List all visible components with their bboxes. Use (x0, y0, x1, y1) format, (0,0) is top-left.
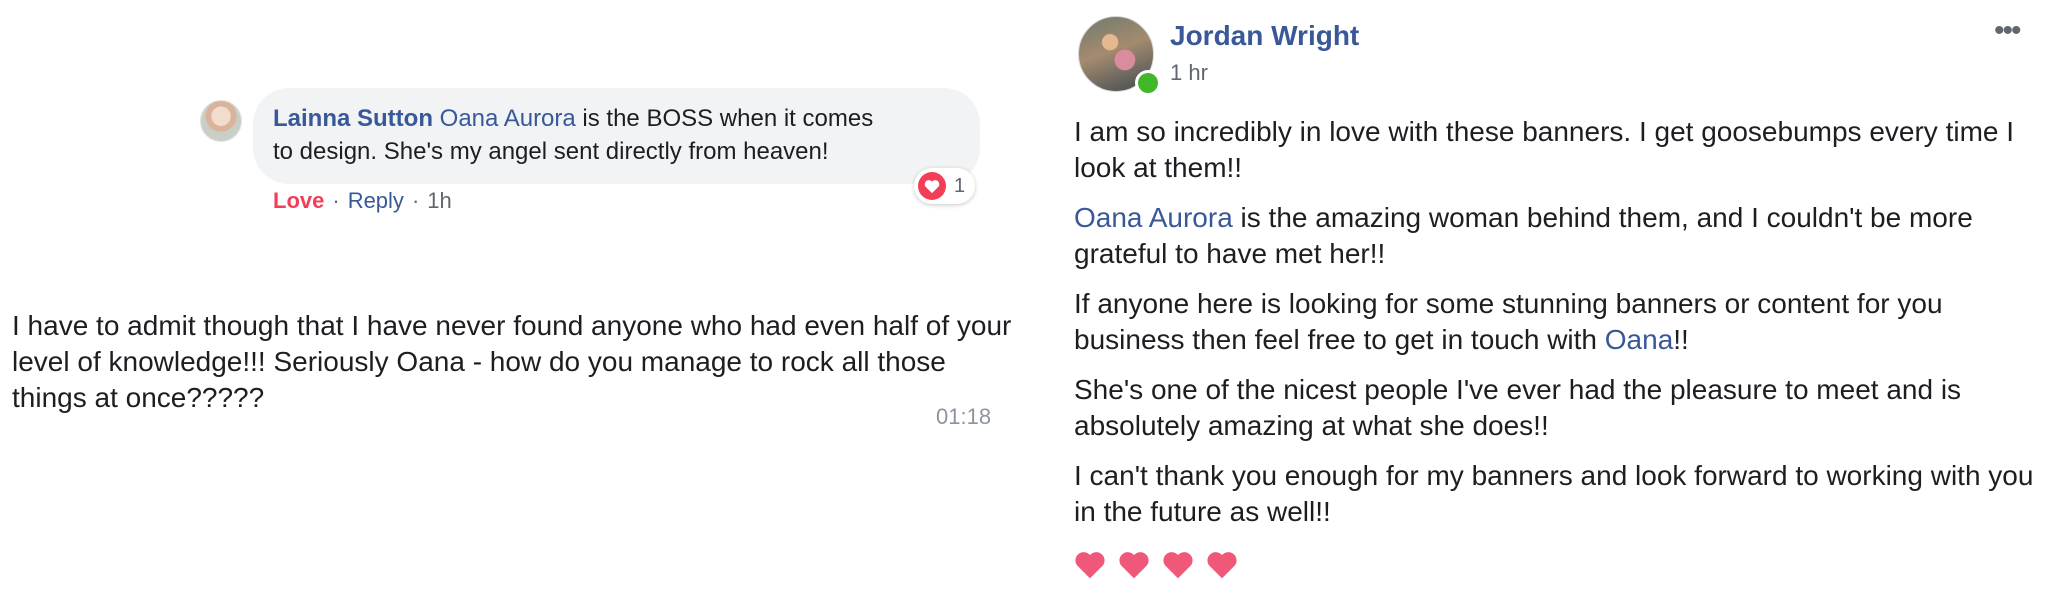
message-timestamp: 01:18 (936, 404, 992, 429)
post-paragraph-4: She's one of the nicest people I've ever… (1074, 374, 1962, 441)
love-action-link[interactable]: Love (273, 188, 324, 213)
heart-icon (1207, 552, 1237, 579)
heart-icon (1163, 552, 1193, 579)
mention-oana-aurora[interactable]: Oana Aurora (1074, 202, 1233, 233)
heart-emoji-row (1074, 550, 1238, 580)
post-paragraph-3-end: !! (1673, 324, 1689, 355)
chat-message-text: I have to admit though that I have never… (12, 310, 1012, 413)
heart-icon (1075, 552, 1105, 579)
post-time[interactable]: 1 hr (1170, 60, 1208, 86)
poster-name-link[interactable]: Jordan Wright (1170, 20, 1359, 52)
reaction-count: 1 (954, 174, 966, 197)
comment-text-2: to design. She's my angel sent directly … (273, 138, 829, 165)
comment-bubble: Lainna Sutton Oana Aurora is the BOSS wh… (253, 88, 980, 184)
comment-reaction-badge[interactable]: 1 (914, 168, 976, 204)
heart-icon (1119, 552, 1149, 579)
comment-text-1: is the BOSS when it comes (575, 105, 874, 132)
more-options-icon[interactable]: ••• (1994, 14, 2021, 48)
post-paragraph-2: Oana Aurora is the amazing woman behind … (1074, 200, 2054, 272)
post-paragraph-3-text: If anyone here is looking for some stunn… (1074, 288, 1943, 355)
comment-tag-link[interactable]: Oana Aurora (440, 105, 576, 132)
comment-time[interactable]: 1h (427, 188, 451, 213)
separator: · (411, 188, 420, 213)
post-body: I am so incredibly in love with these ba… (1074, 114, 2054, 544)
separator: · (332, 188, 340, 213)
online-status-dot (1135, 70, 1161, 96)
post-paragraph-5: I can't thank you enough for my banners … (1074, 460, 2034, 527)
commenter-avatar[interactable] (200, 100, 242, 142)
post-paragraph-3: If anyone here is looking for some stunn… (1074, 286, 2054, 358)
love-reaction-icon (918, 172, 946, 200)
post-paragraph-1: I am so incredibly in love with these ba… (1074, 116, 2015, 183)
comment-actions: Love · Reply · 1h (273, 188, 452, 214)
comment-line-1: Lainna Sutton Oana Aurora is the BOSS wh… (273, 102, 958, 135)
comment-author-link[interactable]: Lainna Sutton (273, 105, 433, 132)
reply-link[interactable]: Reply (348, 188, 404, 213)
mention-oana[interactable]: Oana (1605, 324, 1674, 355)
